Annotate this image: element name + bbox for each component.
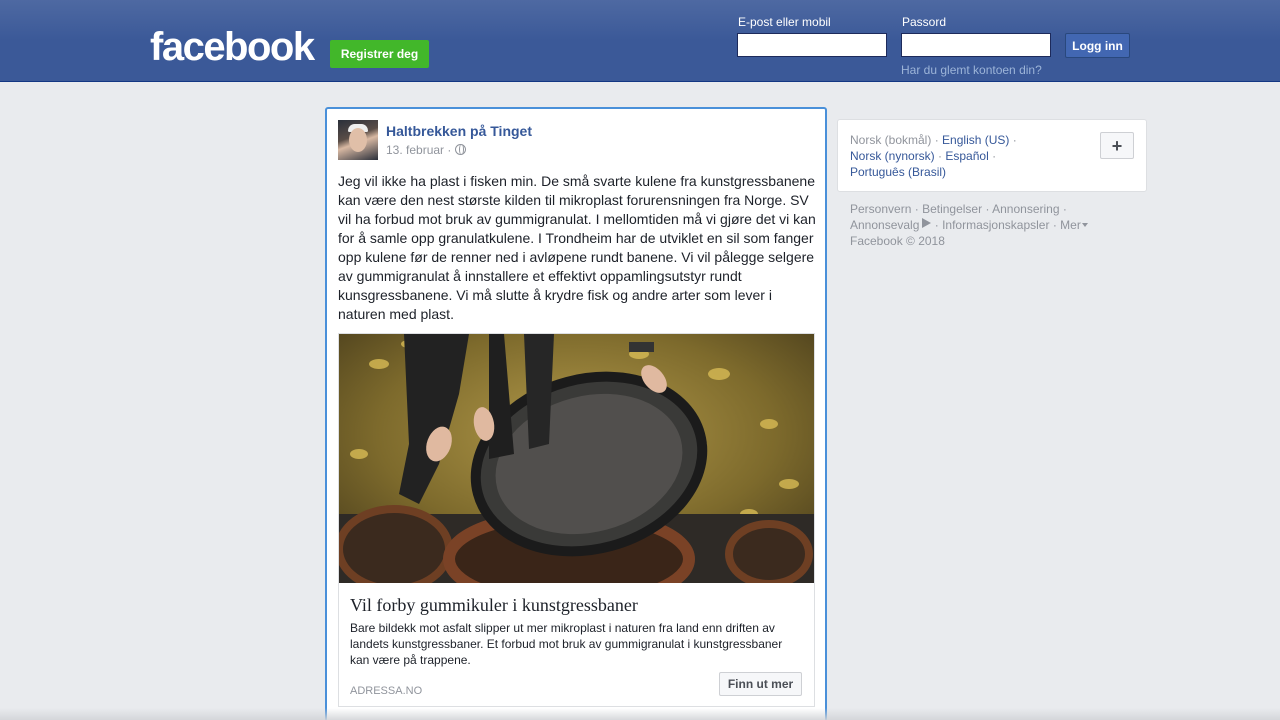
- password-label: Passord: [902, 15, 947, 29]
- separator: ·: [1062, 202, 1067, 216]
- link-image-illustration: [339, 334, 814, 583]
- footer-cookies[interactable]: Informasjonskapsler: [942, 218, 1049, 232]
- forgot-account-link[interactable]: Har du glemt kontoen din?: [901, 63, 1042, 77]
- learn-more-button[interactable]: Finn ut mer: [719, 672, 802, 696]
- link-domain: ADRESSA.NO: [350, 685, 423, 697]
- footer-more-label: Mer: [1060, 218, 1081, 232]
- language-list: Norsk (bokmål) · English (US) · Norsk (n…: [850, 132, 1040, 180]
- separator: ·: [1052, 218, 1057, 232]
- email-field[interactable]: [737, 33, 887, 57]
- separator: ·: [934, 133, 939, 147]
- footer-privacy[interactable]: Personvern: [850, 202, 911, 216]
- link-preview[interactable]: Vil forby gummikuler i kunstgressbaner B…: [338, 333, 815, 707]
- footer-links: Personvern · Betingelser · Annonsering ·…: [850, 201, 1120, 249]
- language-portuguese[interactable]: Português (Brasil): [850, 165, 946, 179]
- email-label: E-post eller mobil: [738, 15, 831, 29]
- register-button[interactable]: Registrer deg: [330, 40, 429, 68]
- language-english[interactable]: English (US): [942, 133, 1009, 147]
- footer-terms[interactable]: Betingelser: [922, 202, 982, 216]
- bottom-shade: [0, 708, 1280, 720]
- footer-ad-choices[interactable]: Annonsevalg: [850, 218, 932, 232]
- more-languages-button[interactable]: +: [1100, 132, 1134, 159]
- avatar[interactable]: [338, 120, 378, 160]
- chevron-down-icon: [1081, 223, 1088, 227]
- meta-separator: ·: [447, 143, 452, 157]
- post-text: Jeg vil ikke ha plast i fisken min. De s…: [338, 173, 816, 322]
- adchoices-icon: [922, 218, 932, 228]
- footer-ad-choices-label: Annonsevalg: [850, 218, 920, 232]
- language-nynorsk[interactable]: Norsk (nynorsk): [850, 149, 935, 163]
- post-meta: 13. februar ·: [386, 143, 467, 157]
- globe-icon[interactable]: [455, 144, 467, 155]
- footer-more[interactable]: Mer: [1060, 218, 1088, 232]
- password-field[interactable]: [901, 33, 1051, 57]
- post-date[interactable]: 13. februar: [386, 143, 444, 157]
- separator: ·: [1012, 133, 1017, 147]
- top-bar: facebook Registrer deg E-post eller mobi…: [0, 0, 1280, 82]
- language-box: Norsk (bokmål) · English (US) · Norsk (n…: [837, 119, 1147, 192]
- copyright: Facebook © 2018: [850, 234, 945, 248]
- separator: ·: [938, 149, 943, 163]
- login-button[interactable]: Logg inn: [1065, 33, 1130, 58]
- post-card: Haltbrekken på Tinget 13. februar · Jeg …: [325, 107, 827, 720]
- avatar-face: [349, 128, 367, 152]
- link-image[interactable]: [339, 334, 814, 583]
- separator: ·: [985, 202, 990, 216]
- language-spanish[interactable]: Español: [945, 149, 988, 163]
- language-current: Norsk (bokmål): [850, 133, 932, 147]
- separator: ·: [914, 202, 919, 216]
- footer-advertising[interactable]: Annonsering: [992, 202, 1059, 216]
- separator: ·: [934, 218, 939, 232]
- link-description: Bare bildekk mot asfalt slipper ut mer m…: [350, 621, 783, 667]
- separator: ·: [992, 149, 997, 163]
- link-title[interactable]: Vil forby gummikuler i kunstgressbaner: [350, 595, 638, 616]
- post-author[interactable]: Haltbrekken på Tinget: [386, 123, 532, 139]
- facebook-logo[interactable]: facebook: [150, 26, 315, 68]
